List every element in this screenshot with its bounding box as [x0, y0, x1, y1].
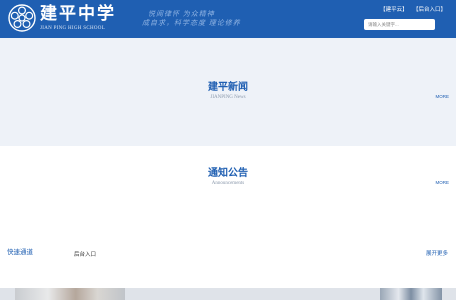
- news-more-link[interactable]: MORE: [436, 94, 450, 99]
- photo-thumbnail-right[interactable]: [380, 288, 442, 300]
- expand-more-link[interactable]: 展开更多: [426, 249, 448, 257]
- notice-section-title: 通知公告: [208, 168, 248, 179]
- link-admin-entry[interactable]: 【后台入口】: [413, 7, 446, 13]
- search-input[interactable]: [364, 19, 435, 30]
- notice-section: 通知公告 Announcements MORE: [0, 146, 456, 232]
- notice-more-link[interactable]: MORE: [436, 180, 450, 185]
- school-emblem-icon[interactable]: [8, 4, 36, 32]
- quick-access-title: 快速通道: [7, 249, 33, 256]
- school-name-en: JIAN PING HIGH SCHOOL: [40, 26, 106, 31]
- photo-thumbnail-left[interactable]: [15, 288, 125, 300]
- school-motto: 悦闻律怀 为众精神 成自求，科学态度 理论修养: [142, 10, 241, 28]
- quick-access-section: 快速通道 后台入口 展开更多: [0, 232, 456, 288]
- news-section: 建平新闻 JIANPING News MORE: [0, 38, 456, 146]
- news-section-subtitle: JIANPING News: [210, 95, 246, 100]
- school-name-cn[interactable]: 建平中学: [40, 4, 116, 24]
- top-links: 【建平云】 【后台入口】: [376, 5, 446, 13]
- news-section-title: 建平新闻: [208, 82, 248, 93]
- notice-section-subtitle: Announcements: [211, 181, 245, 186]
- quick-link-admin-entry[interactable]: 后台入口: [74, 250, 96, 258]
- link-jianping-cloud[interactable]: 【建平云】: [380, 7, 408, 13]
- motto-line-1: 悦闻律怀 为众精神: [148, 10, 215, 18]
- site-header: 建平中学 JIAN PING HIGH SCHOOL 悦闻律怀 为众精神 成自求…: [0, 0, 456, 38]
- motto-line-2: 成自求，科学态度 理论修养: [142, 19, 241, 27]
